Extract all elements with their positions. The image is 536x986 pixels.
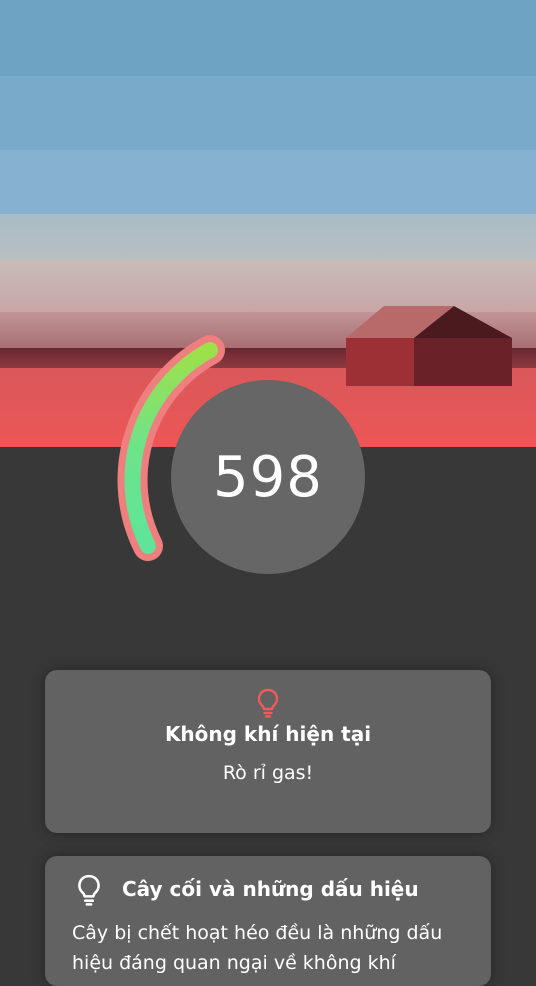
card-status-row: Rò rỉ gas! [45,762,491,784]
sky-band [0,76,536,150]
sky-band [0,214,536,260]
tips-body: Cây bị chết hoạt héo đều là những dấu hi… [72,922,443,974]
current-air-card[interactable]: Không khí hiện tại Rò rỉ gas! [45,670,491,833]
tips-title: Cây cối và những dấu hiệu [122,877,419,901]
card-title-row: Cây cối và những dấu hiệu [122,877,419,901]
score-circle: 598 [171,380,365,574]
score-value: 598 [213,444,323,510]
current-air-status: Rò rỉ gas! [222,762,314,784]
sky-band [0,150,536,214]
current-air-title: Không khí hiện tại [164,722,372,746]
card-title-row: Không khí hiện tại [45,722,491,746]
card-body: Cây bị chết hoạt héo đều là những dấu hi… [72,918,472,978]
sky-band [0,0,536,76]
tips-card[interactable]: Cây cối và những dấu hiệu Cây bị chết ho… [45,856,491,986]
lightbulb-icon [257,688,279,718]
house-illustration [346,306,512,386]
lightbulb-icon [78,874,100,906]
